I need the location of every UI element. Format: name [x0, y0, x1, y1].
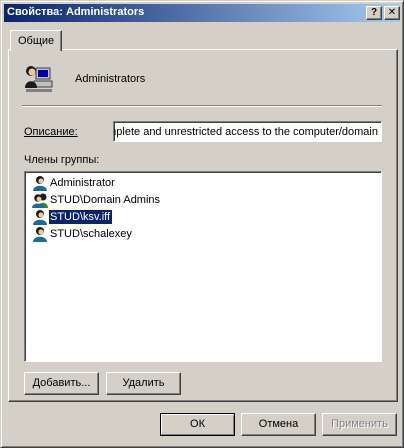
description-label-text: Описание: [24, 126, 78, 138]
description-value: mplete and unrestricted access to the co… [113, 126, 378, 138]
ok-button-label: ОК [161, 414, 234, 435]
close-button[interactable]: ✕ [384, 6, 400, 20]
member-name: STUD\Domain Admins [50, 194, 161, 206]
separator [22, 105, 382, 107]
apply-button[interactable]: Применить [322, 413, 397, 436]
remove-button[interactable]: Удалить [106, 372, 181, 395]
user-icon [33, 176, 47, 191]
close-icon: ✕ [387, 7, 397, 18]
description-label: Описание: [24, 126, 78, 138]
group-name: Administrators [75, 73, 146, 85]
member-name: STUD\schalexey [50, 228, 132, 240]
user-group-icon [32, 193, 48, 208]
users-group-icon [25, 66, 53, 92]
add-button[interactable]: Добавить... [24, 372, 99, 395]
tab-general[interactable]: Общие [10, 30, 62, 51]
window-title: Свойства: Administrators [7, 6, 145, 18]
user-icon [33, 210, 47, 225]
cancel-button[interactable]: Отмена [241, 413, 316, 436]
member-name: STUD\ksv.iff [47, 209, 114, 225]
tab-general-label: Общие [18, 35, 55, 47]
members-label: Члены группы: [24, 154, 100, 166]
help-button[interactable]: ? [366, 6, 382, 20]
title-bar[interactable]: Свойства: Administrators ? ✕ [4, 4, 400, 22]
user-icon [33, 227, 47, 242]
description-field[interactable]: mplete and unrestricted access to the co… [113, 121, 382, 142]
properties-dialog: Свойства: Administrators ? ✕ Общие Admin… [0, 0, 404, 448]
help-icon: ? [370, 7, 378, 18]
ok-button[interactable]: ОК [160, 413, 235, 436]
member-name: Administrator [50, 177, 115, 189]
members-list[interactable]: Administrator STUD\Domain Admins STUD\ks… [24, 171, 382, 362]
